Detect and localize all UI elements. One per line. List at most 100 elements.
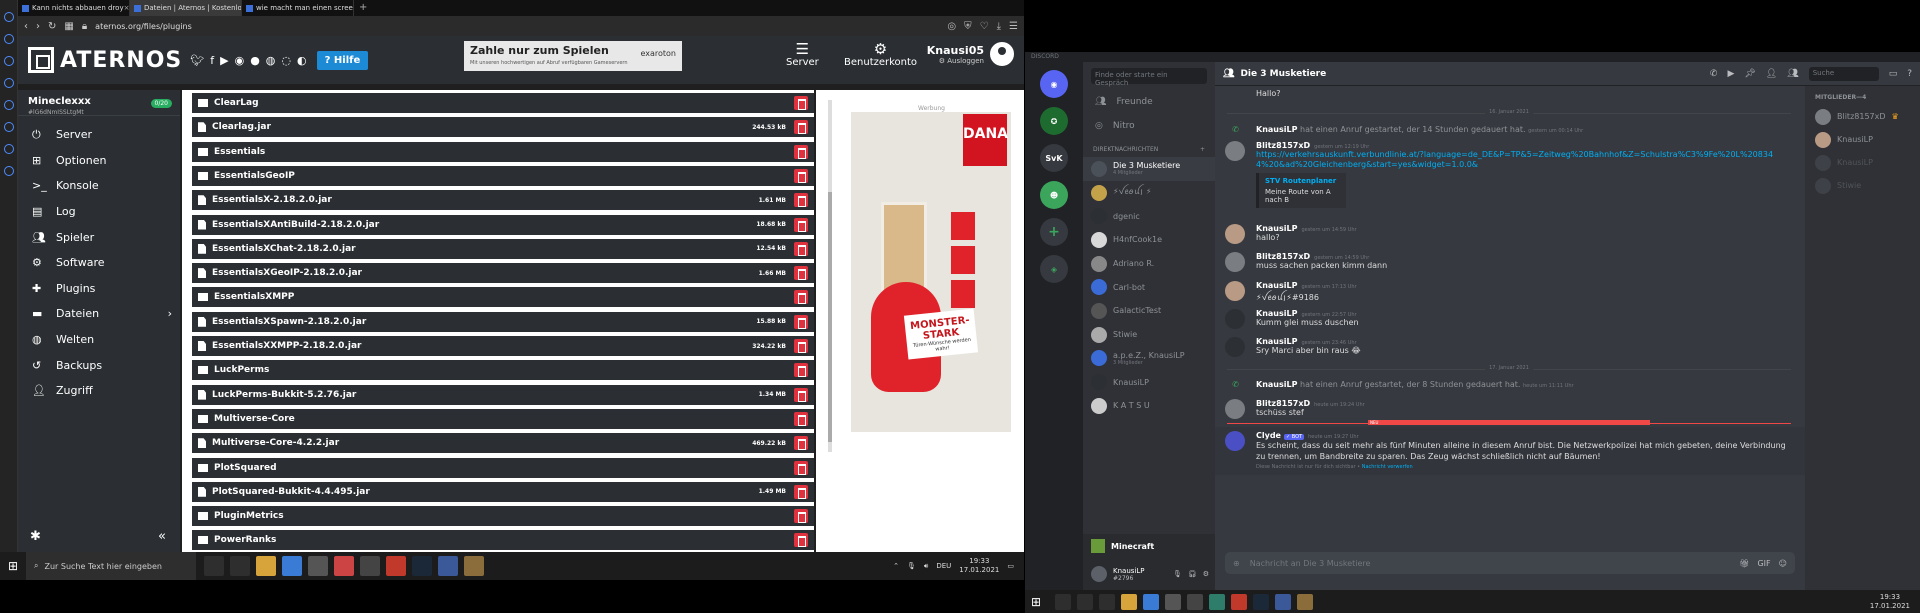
- gear-icon[interactable]: ⚙: [1203, 570, 1209, 578]
- mic-icon[interactable]: 🎙︎: [1173, 570, 1182, 578]
- delete-icon[interactable]: [794, 509, 808, 524]
- collapse-icon[interactable]: «: [158, 529, 166, 544]
- dm-item[interactable]: a.p.e.Z., KnausiLP 3 Mitglieder: [1083, 347, 1215, 371]
- guild-icon[interactable]: ☻: [1040, 181, 1068, 209]
- taskbar-search[interactable]: ⌕ Zur Suche Text hier eingeben: [26, 552, 196, 580]
- browser-sidebar-icon[interactable]: [3, 78, 14, 88]
- avatar[interactable]: [1225, 337, 1245, 357]
- member-item[interactable]: Stiwie: [1805, 174, 1920, 197]
- delete-icon[interactable]: [794, 339, 808, 353]
- member-item[interactable]: Blitz8157xD ♛: [1805, 105, 1920, 128]
- avatar[interactable]: [1225, 281, 1245, 301]
- settings-icon[interactable]: ☰: [1009, 21, 1018, 32]
- dm-item[interactable]: GalacticTest: [1083, 299, 1215, 323]
- delete-icon[interactable]: [794, 436, 808, 451]
- avatar[interactable]: [1225, 252, 1245, 272]
- delete-icon[interactable]: [794, 266, 808, 281]
- file-row[interactable]: Multiverse-Core-4.2.2.jar 469.22 kB: [192, 433, 814, 454]
- dm-search[interactable]: Finde oder starte ein Gespräch: [1091, 68, 1207, 87]
- delete-icon[interactable]: [794, 387, 808, 402]
- github-app-icon[interactable]: [1165, 593, 1181, 610]
- cortana-icon[interactable]: [1077, 593, 1093, 610]
- browser-sidebar-icon[interactable]: [3, 100, 14, 110]
- avatar[interactable]: [1225, 224, 1245, 244]
- delete-icon[interactable]: [794, 168, 808, 183]
- browser-sidebar-icon[interactable]: [3, 122, 14, 132]
- inbox-icon[interactable]: ▭: [1889, 69, 1898, 79]
- task-view-icon[interactable]: [1099, 593, 1115, 610]
- avatar[interactable]: [1225, 141, 1245, 161]
- chat-search-input[interactable]: Suche: [1808, 66, 1879, 81]
- file-row[interactable]: EssentialsXGeoIP-2.18.2.0.jar 1.66 MB: [192, 263, 814, 284]
- close-icon[interactable]: ×: [124, 4, 129, 12]
- shield-icon[interactable]: ⛨: [964, 21, 972, 32]
- member-item[interactable]: KnausiLP: [1805, 128, 1920, 151]
- file-row[interactable]: PlotSquared-Bukkit-4.4.495.jar 1.49 MB: [192, 481, 814, 502]
- file-row[interactable]: EssentialsXChat-2.18.2.0.jar 12.54 kB: [192, 238, 814, 259]
- delete-icon[interactable]: [794, 484, 808, 499]
- steam-icon[interactable]: [1253, 593, 1269, 610]
- file-row[interactable]: EssentialsXXMPP-2.18.2.0.jar 324.22 kB: [192, 336, 814, 356]
- avatar[interactable]: [1225, 431, 1245, 451]
- browser-sidebar-icon[interactable]: [3, 56, 14, 66]
- chevron-up-icon[interactable]: ⌃: [893, 562, 899, 570]
- dm-item[interactable]: Die 3 Musketiere 4 Mitglieder: [1083, 157, 1215, 181]
- sidebar-item-log[interactable]: ▤ Log: [18, 199, 180, 225]
- forward-icon[interactable]: ›: [36, 21, 40, 32]
- delete-icon[interactable]: [794, 144, 808, 159]
- teamspeak-icon[interactable]: ◌: [281, 54, 291, 67]
- folder-row[interactable]: Essentials: [192, 141, 814, 162]
- guild-icon[interactable]: ✪: [1040, 107, 1068, 135]
- sidebar-item-plugins[interactable]: ✚ Plugins: [18, 276, 180, 302]
- delete-icon[interactable]: [794, 96, 808, 110]
- mic-icon[interactable]: 🎙︎: [907, 562, 916, 570]
- camera-icon[interactable]: ◎: [947, 21, 956, 32]
- explore-icon[interactable]: ◈: [1040, 255, 1068, 283]
- delete-icon[interactable]: [794, 460, 808, 475]
- ad-image[interactable]: MONSTER-STARK Türen-Wünsche werden wahr! …: [851, 112, 1011, 432]
- delete-icon[interactable]: [794, 411, 808, 426]
- help-icon[interactable]: ?: [1907, 69, 1912, 79]
- delete-icon[interactable]: [794, 533, 808, 548]
- dm-item[interactable]: Stiwie: [1083, 323, 1215, 347]
- folder-row[interactable]: EssentialsGeoIP: [192, 165, 814, 186]
- heart-icon[interactable]: ♡: [980, 21, 989, 32]
- download-icon[interactable]: ⤓: [997, 21, 1001, 32]
- github-icon[interactable]: ◐: [297, 54, 307, 67]
- browser-tab-active[interactable]: Dateien | Aternos | Kostenlo×: [130, 0, 242, 16]
- delete-icon[interactable]: [794, 241, 808, 256]
- folder-row[interactable]: Multiverse-Core: [192, 408, 814, 429]
- minecraft-icon[interactable]: [1297, 593, 1313, 610]
- folder-row[interactable]: PluginMetrics: [192, 506, 814, 527]
- sidebar-item-server[interactable]: ⏻ Server: [18, 122, 180, 148]
- sidebar-item-access[interactable]: 👤︎ Zugriff: [18, 378, 180, 404]
- delete-icon[interactable]: [794, 217, 808, 232]
- new-tab-icon[interactable]: +: [354, 0, 372, 16]
- dm-item[interactable]: H4nfCook1e: [1083, 228, 1215, 252]
- windows-start-icon[interactable]: ⊞: [0, 559, 26, 573]
- store-icon[interactable]: [1143, 593, 1159, 610]
- scrollbar[interactable]: [828, 100, 832, 452]
- delete-icon[interactable]: [794, 193, 808, 208]
- emoji-icon[interactable]: ☺: [1779, 559, 1787, 568]
- pin-icon[interactable]: 📌︎: [1744, 69, 1755, 79]
- app-icon[interactable]: [438, 556, 458, 576]
- opera-gx-icon[interactable]: [386, 556, 406, 576]
- add-member-icon[interactable]: 👤︎: [1766, 69, 1777, 79]
- folder-row[interactable]: LuckPerms: [192, 360, 814, 381]
- app-icon[interactable]: [1187, 593, 1203, 610]
- browser-sidebar-icon[interactable]: [3, 12, 14, 22]
- folder-row[interactable]: PlotSquared: [192, 457, 814, 478]
- dm-item[interactable]: Carl-bot: [1083, 275, 1215, 299]
- sidebar-item-players[interactable]: 👥︎ Spieler: [18, 224, 180, 250]
- add-dm-icon[interactable]: +: [1200, 146, 1205, 153]
- twitter-icon[interactable]: 🐦︎: [190, 54, 204, 67]
- url-field[interactable]: aternos.org/files/plugins: [95, 22, 192, 31]
- reload-icon[interactable]: ↻: [48, 21, 56, 32]
- add-server-icon[interactable]: +: [1040, 218, 1068, 246]
- edge-icon[interactable]: [1209, 593, 1225, 610]
- dm-item[interactable]: dgenic: [1083, 204, 1215, 228]
- guild-svk[interactable]: SvK: [1040, 144, 1068, 172]
- server-nav[interactable]: ☰ Server: [786, 41, 819, 68]
- discord-icon[interactable]: ◍: [266, 54, 276, 67]
